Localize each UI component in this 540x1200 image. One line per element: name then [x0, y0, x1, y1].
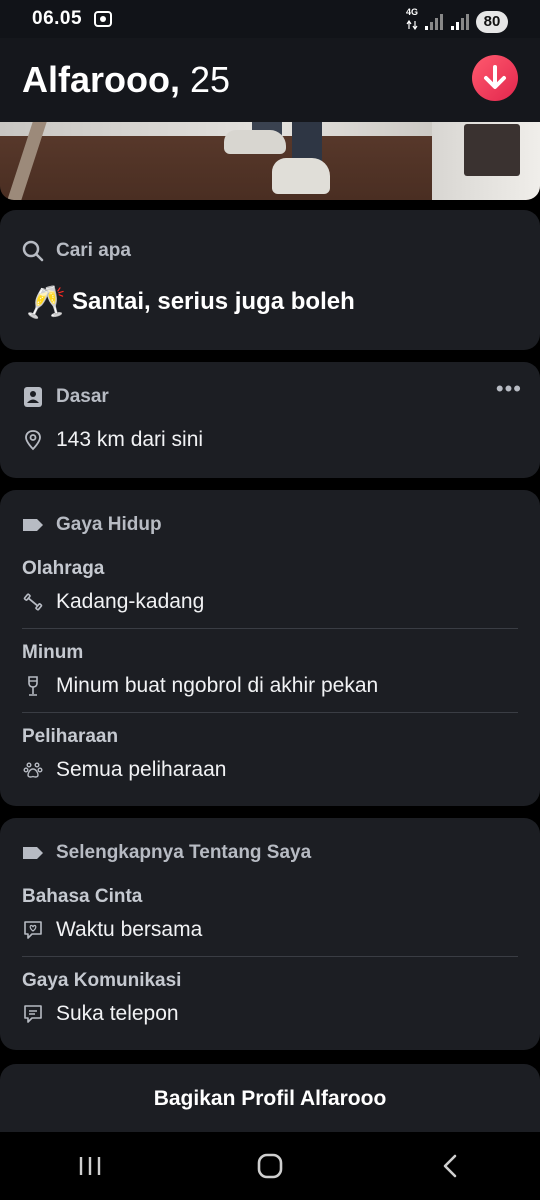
looking-for-label: Cari apa — [56, 240, 131, 261]
arrow-down-icon — [484, 65, 506, 89]
basics-label: Dasar — [56, 386, 109, 407]
love-chat-icon — [24, 921, 42, 939]
share-profile-button[interactable]: Bagikan Profil Alfarooo — [0, 1064, 540, 1134]
looking-for-value: 🥂 Santai, serius juga boleh — [26, 286, 355, 318]
status-bar: 06.05 4G 80 — [0, 0, 540, 38]
network-label: 4G — [405, 7, 418, 17]
divider — [22, 628, 518, 629]
battery-indicator: 80 — [476, 10, 508, 33]
profile-age: 25 — [190, 59, 231, 100]
divider — [22, 956, 518, 957]
photo-shoe — [272, 158, 330, 194]
screen-record-icon — [94, 11, 113, 27]
basics-card: Dasar ••• 143 km dari sini — [0, 362, 540, 478]
profile-name: Alfarooo, — [22, 59, 180, 100]
system-nav-bar — [0, 1132, 540, 1200]
id-card-icon — [24, 387, 42, 407]
back-icon — [443, 1154, 457, 1178]
back-button[interactable] — [420, 1142, 480, 1190]
profile-title: Alfarooo, 25 — [22, 59, 230, 101]
lifestyle-card: Gaya Hidup Olahraga Kadang-kadang Minum … — [0, 490, 540, 806]
chat-icon — [24, 1005, 42, 1023]
signal-icon — [425, 13, 443, 30]
share-profile-label: Bagikan Profil Alfarooo — [153, 1087, 387, 1110]
more-about-label: Selengkapnya Tentang Saya — [56, 842, 312, 863]
photo-leg — [292, 122, 322, 162]
dumbbell-icon — [23, 593, 43, 611]
distance-row: 143 km dari sini — [22, 428, 518, 452]
profile-header: Alfarooo, 25 — [0, 38, 540, 122]
exercise-value: Kadang-kadang — [56, 590, 205, 613]
tag-icon — [23, 847, 43, 859]
looking-for-text: Santai, serius juga boleh — [72, 288, 355, 315]
status-time: 06.05 — [32, 8, 83, 29]
collapse-profile-button[interactable] — [472, 55, 518, 101]
location-pin-icon — [25, 430, 41, 451]
lifestyle-header: Gaya Hidup — [22, 514, 162, 536]
recent-apps-icon — [79, 1157, 101, 1175]
signal-icon-2 — [451, 13, 469, 30]
pets-row: Semua peliharaan — [22, 758, 518, 782]
recent-apps-button[interactable] — [60, 1142, 120, 1190]
pets-label: Peliharaan — [22, 726, 119, 747]
love-language-label: Bahasa Cinta — [22, 886, 143, 907]
profile-photo[interactable] — [0, 122, 540, 200]
exercise-row: Kadang-kadang — [22, 590, 518, 614]
looking-for-card: Cari apa 🥂 Santai, serius juga boleh — [0, 210, 540, 350]
network-indicator: 4G — [406, 8, 418, 35]
drinking-label: Minum — [22, 642, 84, 663]
lifestyle-label: Gaya Hidup — [56, 514, 162, 535]
wine-glass-icon — [28, 676, 38, 696]
divider — [22, 712, 518, 713]
communication-row: Suka telepon — [22, 1002, 518, 1026]
home-button[interactable] — [240, 1142, 300, 1190]
more-about-card: Selengkapnya Tentang Saya Bahasa Cinta W… — [0, 818, 540, 1050]
drinking-row: Minum buat ngobrol di akhir pekan — [22, 674, 518, 698]
exercise-label: Olahraga — [22, 558, 105, 579]
home-icon — [257, 1153, 283, 1179]
basics-header: Dasar — [22, 386, 109, 408]
distance-text: 143 km dari sini — [56, 428, 204, 451]
love-language-value: Waktu bersama — [56, 918, 203, 941]
paw-icon — [23, 762, 43, 778]
communication-label: Gaya Komunikasi — [22, 970, 182, 991]
communication-value: Suka telepon — [56, 1002, 179, 1025]
looking-for-header: Cari apa — [22, 240, 131, 262]
photo-shoe — [224, 130, 286, 154]
pets-value: Semua peliharaan — [56, 758, 227, 781]
love-language-row: Waktu bersama — [22, 918, 518, 942]
data-arrows-icon — [406, 19, 418, 31]
tag-icon — [23, 519, 43, 531]
cheers-icon: 🥂 — [26, 284, 66, 320]
drinking-value: Minum buat ngobrol di akhir pekan — [56, 674, 379, 697]
screen: 06.05 4G 80 Alfarooo, 25 Cari apa 🥂 Sant… — [0, 0, 540, 1200]
status-indicators: 4G 80 — [406, 8, 508, 35]
more-options-button[interactable]: ••• — [496, 378, 522, 400]
more-about-header: Selengkapnya Tentang Saya — [22, 842, 311, 864]
search-icon — [22, 240, 44, 262]
photo-books — [464, 124, 520, 176]
